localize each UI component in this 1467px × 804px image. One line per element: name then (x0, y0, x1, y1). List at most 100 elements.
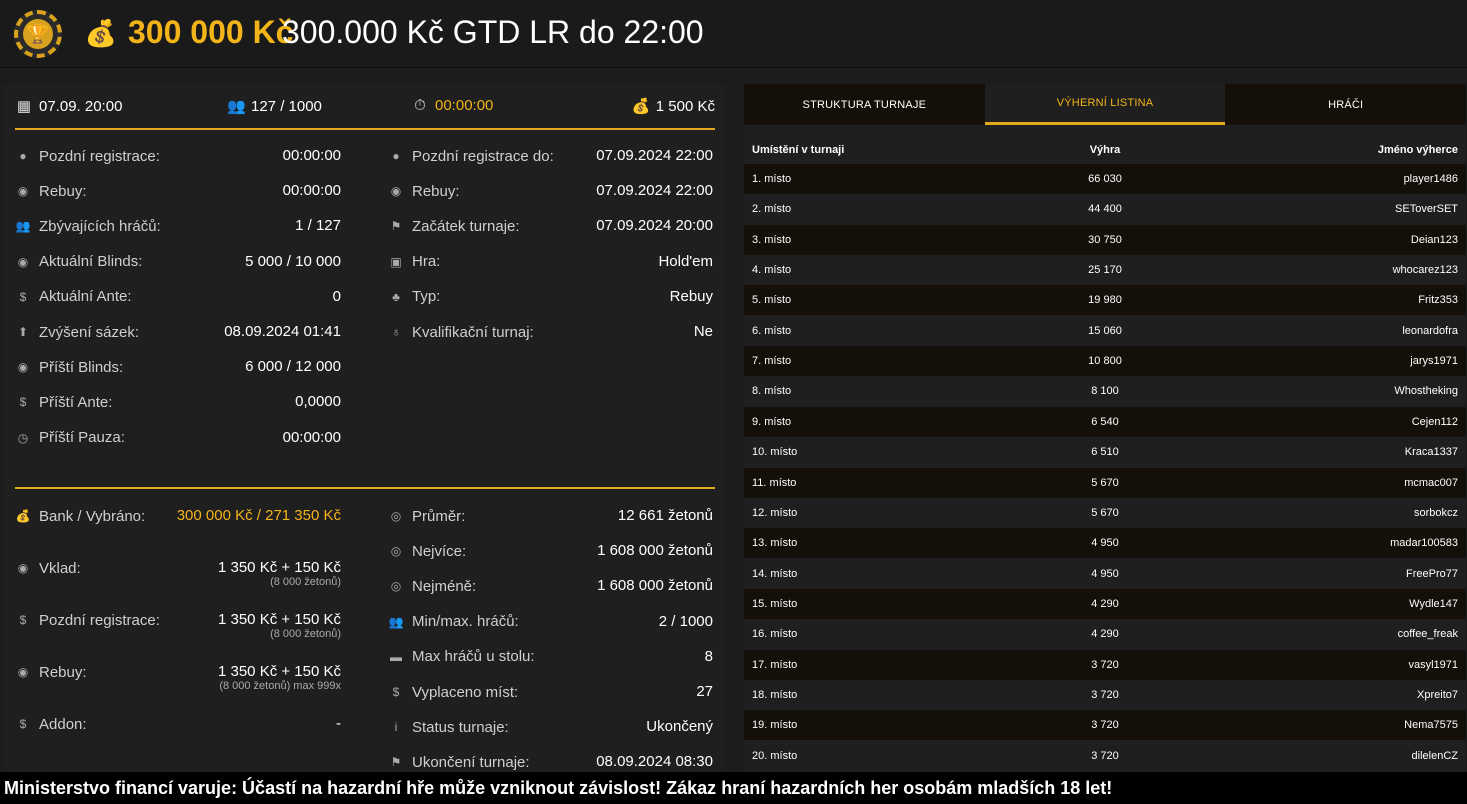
info-label: Zvýšení sázek: (39, 323, 140, 341)
info-row: $ Vyplaceno míst: (388, 680, 519, 704)
info-value: 12 661 žetonů (618, 507, 713, 524)
money-icon: $ (392, 685, 400, 699)
bag-icon: 💰 (15, 509, 31, 523)
info-value-text: Ne (693, 323, 713, 340)
winner-cell: Fritz353 (1418, 294, 1458, 307)
table-row: 2. místo 44 400 SEToverSET (744, 194, 1466, 224)
prize-cell: 3 720 (1091, 719, 1119, 732)
start-date-stat: ▦ 07.09. 20:00 (15, 97, 123, 116)
winner-cell: leonardofra (1402, 324, 1458, 337)
header-winner: Jméno výherce (1377, 144, 1458, 156)
place-cell: 19. místo (752, 719, 798, 732)
info-value-text: 8 (704, 647, 713, 665)
info-value-text: 27 (696, 683, 713, 700)
place-cell: 17. místo (752, 658, 798, 671)
place-cell: 10. místo (752, 446, 798, 459)
info-row: ◉ Aktuální Blinds: (15, 250, 143, 274)
info-value-text: 00:00:00 (282, 428, 341, 446)
winner-cell: Cejen112 (1411, 415, 1458, 428)
info-row: ⚑ Ukončení turnaje: (388, 750, 530, 774)
info-value: 6 000 / 12 000 (245, 358, 341, 375)
prize-amount: 300 000 Kč (128, 14, 294, 50)
info-label: Ukončení turnaje: (412, 753, 530, 771)
info-value: 08.09.2024 08:30 (596, 753, 713, 770)
place-cell: 6. místo (752, 324, 792, 337)
place-cell: 8. místo (752, 385, 792, 398)
winner-cell: SEToverSET (1395, 203, 1458, 216)
users-icon: 👥 (227, 98, 246, 115)
info-row: ● Pozdní registrace: (15, 144, 160, 168)
info-row: $ Addon: (15, 712, 87, 736)
info-row: $ Pozdní registrace: (15, 608, 160, 632)
prize-cell: 6 540 (1091, 415, 1119, 428)
prize-cell: 5 670 (1091, 476, 1119, 489)
info-row: ⚑ Začátek turnaje: (388, 214, 520, 238)
info-value: Ukončený (646, 718, 713, 735)
suits-icon: ♣ (392, 289, 400, 304)
info-label: Typ: (412, 288, 441, 306)
info-row: 💰 Bank / Vybráno: (15, 504, 146, 528)
table-row: 18. místo 3 720 Xpreito7 (744, 680, 1466, 710)
info-label: Status turnaje: (412, 718, 509, 736)
info-label: Příští Pauza: (39, 429, 125, 447)
table-row: 16. místo 4 290 coffee_freak (744, 619, 1466, 649)
info-label: Aktuální Ante: (39, 288, 132, 306)
info-value: 1 608 000 žetonů (597, 577, 713, 594)
place-cell: 3. místo (752, 233, 792, 246)
chips-note: (8 000 žetonů) (270, 628, 341, 640)
info-value: 00:00:00 (283, 429, 341, 446)
chips-icon: ◉ (390, 184, 402, 199)
info-value: 07.09.2024 22:00 (596, 182, 713, 199)
info-value-text: 6 000 / 12 000 (245, 358, 341, 376)
info-row: i Status turnaje: (388, 715, 509, 739)
info-label: Vyplaceno míst: (412, 683, 519, 701)
info-label: Hra: (412, 253, 441, 271)
info-value: Hold'em (658, 253, 713, 270)
prize-cell: 25 170 (1088, 264, 1122, 277)
info-label: Rebuy: (412, 182, 460, 200)
tab-players[interactable]: HRÁČI (1225, 84, 1466, 125)
table-row: 1. místo 66 030 player1486 (744, 164, 1466, 194)
timer-stat: ⏱ 00:00:00 (411, 97, 493, 114)
table-row: 20. místo 3 720 dilelenCZ (744, 741, 1466, 771)
winner-cell: whocarez123 (1392, 264, 1458, 277)
tab-payouts[interactable]: VÝHERNÍ LISTINA (984, 84, 1226, 125)
info-value: Ne (694, 323, 713, 340)
info-value-text: 300 000 Kč / 271 350 Kč (176, 507, 341, 524)
info-row: ◎ Nejvíce: (388, 539, 466, 563)
section-divider (15, 487, 715, 489)
info-row: ◉ Rebuy: (15, 660, 87, 684)
info-label: Příští Blinds: (39, 358, 124, 376)
table-row: 12. místo 5 670 sorbokcz (744, 498, 1466, 528)
info-value: - (336, 715, 341, 732)
winner-cell: dilelenCZ (1411, 749, 1458, 762)
info-row: 👥 Zbývajících hráčů: (15, 214, 161, 238)
info-value-text: 07.09.2024 20:00 (596, 217, 713, 235)
chips-icon: ◉ (17, 184, 29, 199)
info-label: Začátek turnaje: (412, 217, 520, 235)
clock-icon: ◷ (17, 430, 29, 445)
place-cell: 20. místo (752, 749, 798, 762)
prize-cell: 3 720 (1091, 688, 1119, 701)
prize-cell: 5 670 (1091, 506, 1119, 519)
table-icon: ▬ (390, 649, 402, 664)
place-cell: 13. místo (752, 537, 798, 550)
winner-cell: coffee_freak (1397, 628, 1458, 641)
info-value: 300 000 Kč / 271 350 Kč (177, 507, 341, 524)
info-value: 1 350 Kč + 150 Kč (8 000 žetonů) (218, 559, 341, 588)
table-row: 11. místo 5 670 mcmac007 (744, 467, 1466, 498)
chips-note: (8 000 žetonů) max 999x (219, 680, 341, 692)
info-label: Min/max. hráčů: (412, 613, 519, 631)
chip-icon: ◎ (390, 579, 402, 594)
info-value-text: 5 000 / 10 000 (245, 252, 341, 270)
tab-structure[interactable]: STRUKTURA TURNAJE (744, 84, 985, 125)
info-label: Rebuy: (39, 182, 87, 200)
info-row: ◎ Nejméně: (388, 574, 476, 598)
table-row: 8. místo 8 100 Whostheking (744, 376, 1466, 406)
place-cell: 18. místo (752, 688, 798, 701)
table-header: Umístění v turnaji Výhra Jméno výherce (744, 142, 1466, 162)
info-value: 1 / 127 (295, 217, 341, 234)
calendar-icon: ▦ (16, 98, 32, 115)
winner-cell: player1486 (1403, 173, 1458, 185)
tournament-info-panel: ▦ 07.09. 20:00 👥 127 / 1000 ⏱ 00:00:00 💰… (3, 84, 725, 772)
